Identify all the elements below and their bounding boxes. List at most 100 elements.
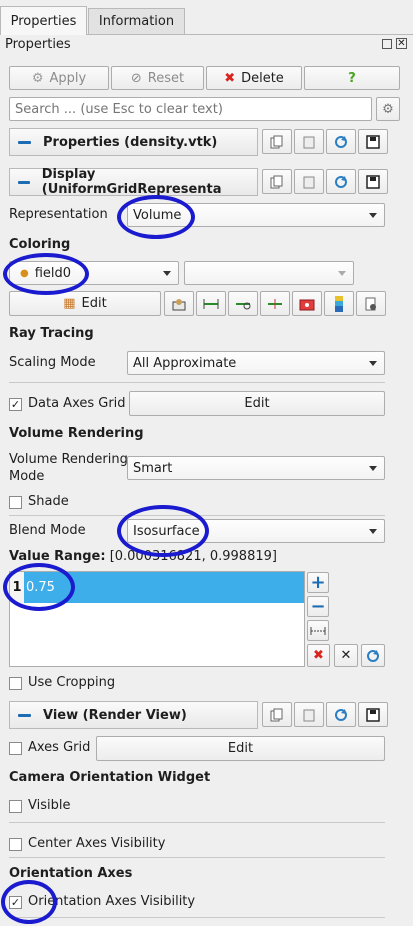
- edit-colormap-label: Edit: [81, 296, 107, 311]
- scaling-mode-label: Scaling Mode: [9, 355, 96, 370]
- reset-button[interactable]: ⊘ Reset: [111, 66, 204, 90]
- list-item-index: 1: [10, 572, 24, 603]
- data-axes-grid-edit-button[interactable]: Edit: [129, 391, 385, 416]
- coloring-select[interactable]: ● field0: [9, 261, 179, 285]
- point-data-icon: ●: [20, 267, 29, 279]
- blend-mode-label: Blend Mode: [9, 523, 86, 538]
- orientation-axes-header: Orientation Axes: [9, 866, 133, 881]
- delete-icon: ✖: [224, 70, 236, 86]
- tab-properties[interactable]: Properties: [0, 6, 87, 35]
- blend-mode-value: Isosurface: [133, 523, 200, 539]
- value-menu-button[interactable]: ✕: [334, 644, 358, 667]
- reload-icon[interactable]: [326, 129, 356, 154]
- save-icon[interactable]: [358, 702, 388, 727]
- axes-grid-label: Axes Grid: [28, 740, 91, 755]
- data-axes-grid-edit-label: Edit: [244, 396, 270, 411]
- blend-mode-select[interactable]: Isosurface: [127, 519, 385, 543]
- show-color-legend-icon[interactable]: [324, 291, 354, 316]
- display-section-header[interactable]: Display (UniformGridRepresenta: [9, 167, 258, 197]
- colormap-icon: ▦: [63, 296, 76, 311]
- range-icon: [310, 626, 326, 635]
- display-section-title: Display (UniformGridRepresenta: [41, 167, 222, 197]
- add-value-button[interactable]: +: [307, 572, 329, 593]
- list-item[interactable]: 1 0.75: [10, 572, 304, 603]
- tab-information[interactable]: Information: [88, 8, 185, 34]
- reset-label: Reset: [147, 70, 185, 86]
- collapse-icon: [18, 713, 31, 717]
- coloring-value: field0: [34, 265, 72, 281]
- separator: [9, 822, 385, 823]
- rescale-temporal-range-icon[interactable]: [260, 291, 290, 316]
- visible-label: Visible: [28, 798, 71, 813]
- paste-icon[interactable]: [294, 169, 324, 194]
- visible-checkbox[interactable]: [9, 800, 22, 813]
- reset-icon: ⊘: [130, 70, 142, 86]
- data-axes-grid-checkbox[interactable]: ✓: [9, 398, 22, 411]
- orientation-axes-checkbox[interactable]: ✓: [9, 896, 22, 909]
- separator: [9, 857, 385, 858]
- search-input[interactable]: [9, 97, 372, 121]
- scaling-mode-value: All Approximate: [133, 355, 237, 371]
- properties-section-header[interactable]: Properties (density.vtk): [9, 128, 258, 156]
- value-range-row: Value Range: [0.000316821, 0.998819]: [9, 549, 277, 564]
- copy-icon[interactable]: [262, 169, 292, 194]
- tab-information-label: Information: [98, 14, 175, 29]
- save-icon[interactable]: [358, 169, 388, 194]
- minus-icon: −: [310, 596, 326, 617]
- apply-button[interactable]: ⚙ Apply: [9, 66, 109, 90]
- center-axes-label: Center Axes Visibility: [28, 836, 166, 851]
- help-button[interactable]: ?: [304, 66, 400, 90]
- properties-section-title: Properties (density.vtk): [43, 134, 218, 150]
- use-cropping-checkbox[interactable]: [9, 677, 22, 690]
- preset-icon[interactable]: [164, 291, 194, 316]
- component-select[interactable]: [184, 261, 354, 285]
- reload-icon[interactable]: [326, 169, 356, 194]
- apply-label: Apply: [49, 70, 87, 86]
- separator: [9, 917, 385, 918]
- reset-values-button[interactable]: [361, 644, 385, 667]
- remove-all-button[interactable]: ✖: [307, 644, 330, 667]
- center-axes-checkbox[interactable]: [9, 838, 22, 851]
- vr-mode-label-line2: Mode: [9, 469, 45, 484]
- search-settings-gear-icon[interactable]: ⚙: [376, 97, 400, 121]
- save-icon[interactable]: [358, 129, 388, 154]
- rescale-data-range-icon[interactable]: [196, 291, 226, 316]
- reload-icon: [367, 649, 379, 662]
- tab-properties-label: Properties: [10, 13, 77, 29]
- axes-grid-edit-button[interactable]: Edit: [96, 736, 385, 761]
- paste-icon[interactable]: [294, 702, 324, 727]
- delete-icon: ✖: [313, 648, 324, 663]
- delete-button[interactable]: ✖ Delete: [206, 66, 302, 90]
- separator: [9, 382, 385, 383]
- isovalue-list[interactable]: 1 0.75: [9, 571, 305, 667]
- float-icon[interactable]: [382, 39, 392, 49]
- panel-title: Properties: [5, 37, 71, 52]
- edit-color-legend-icon[interactable]: [356, 291, 386, 316]
- collapse-icon: [18, 140, 31, 144]
- axes-grid-edit-label: Edit: [227, 741, 254, 756]
- volume-rendering-header: Volume Rendering: [9, 426, 144, 441]
- axes-grid-checkbox[interactable]: [9, 742, 22, 755]
- reload-icon[interactable]: [326, 702, 356, 727]
- paste-icon[interactable]: [294, 129, 324, 154]
- value-range-value: [0.000316821, 0.998819]: [109, 549, 277, 564]
- representation-select[interactable]: Volume: [127, 203, 385, 227]
- vr-mode-select[interactable]: Smart: [127, 456, 385, 480]
- view-section-title: View (Render View): [43, 707, 187, 723]
- copy-icon[interactable]: [262, 702, 292, 727]
- view-section-header[interactable]: View (Render View): [9, 701, 258, 729]
- shade-checkbox[interactable]: [9, 496, 22, 509]
- rescale-visible-range-icon[interactable]: [292, 291, 322, 316]
- close-icon[interactable]: ✕: [396, 38, 407, 49]
- remove-value-button[interactable]: −: [307, 596, 329, 617]
- rescale-custom-range-icon[interactable]: [228, 291, 258, 316]
- separator: [9, 515, 385, 516]
- vr-mode-label-line1: Volume Rendering: [9, 452, 128, 467]
- copy-icon[interactable]: [262, 129, 292, 154]
- representation-value: Volume: [133, 207, 182, 223]
- plus-icon: +: [310, 572, 326, 593]
- list-item-value: 0.75: [26, 580, 55, 595]
- add-range-button[interactable]: [307, 620, 329, 641]
- edit-colormap-button[interactable]: ▦ Edit: [9, 291, 161, 316]
- scaling-mode-select[interactable]: All Approximate: [127, 351, 385, 375]
